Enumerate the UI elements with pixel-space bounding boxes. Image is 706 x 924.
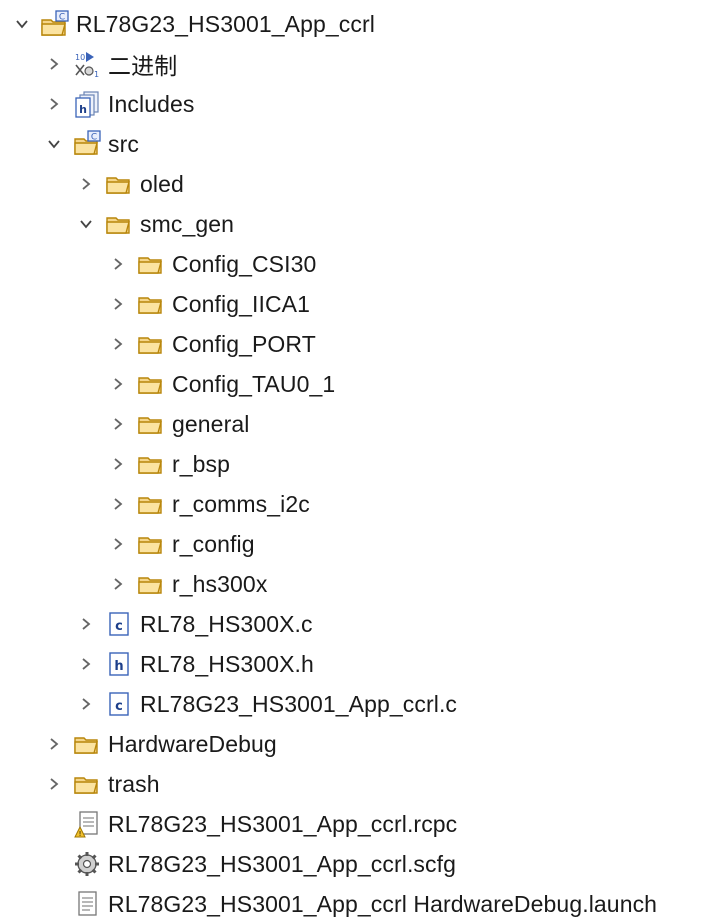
h-file-icon: h xyxy=(104,649,134,679)
tree-item-rl78-hs300x-c[interactable]: c RL78_HS300X.c xyxy=(76,604,313,644)
svg-text:1: 1 xyxy=(94,70,99,79)
folder-icon xyxy=(136,569,166,599)
svg-text:c: c xyxy=(115,619,123,634)
chevron-right-icon[interactable] xyxy=(108,564,128,604)
chevron-right-icon[interactable] xyxy=(44,84,64,124)
tree-item-label: RL78G23_HS3001_App_ccrl HardwareDebug.la… xyxy=(108,890,658,917)
tree-item-label: r_hs300x xyxy=(172,570,268,597)
tree-item-config-csi30[interactable]: Config_CSI30 xyxy=(108,244,316,284)
chevron-down-icon[interactable] xyxy=(44,124,64,164)
folder-icon xyxy=(104,169,134,199)
tree-item-label: r_bsp xyxy=(172,450,231,477)
folder-icon xyxy=(72,769,102,799)
tree-item-includes[interactable]: h Includes xyxy=(44,84,194,124)
tree-item-config-iica1[interactable]: Config_IICA1 xyxy=(108,284,310,324)
folder-icon xyxy=(136,289,166,319)
chevron-right-icon[interactable] xyxy=(108,404,128,444)
tree-item-rl78g23-hs3001-app-ccrl-c[interactable]: c RL78G23_HS3001_App_ccrl.c xyxy=(76,684,457,724)
folder-icon xyxy=(136,489,166,519)
svg-text:C: C xyxy=(91,133,97,143)
tree-item-label: RL78G23_HS3001_App_ccrl xyxy=(76,10,375,37)
tree-item-general[interactable]: general xyxy=(108,404,249,444)
tree-item-label: Includes xyxy=(108,90,195,117)
includes-icon: h xyxy=(72,89,102,119)
chevron-right-icon[interactable] xyxy=(108,284,128,324)
chevron-right-icon[interactable] xyxy=(108,364,128,404)
tree-item-r-bsp[interactable]: r_bsp xyxy=(108,444,230,484)
tree-item-oled[interactable]: oled xyxy=(76,164,184,204)
chevron-right-icon[interactable] xyxy=(108,324,128,364)
tree-item-project-rl78g23-hs3001-app-ccrl[interactable]: C RL78G23_HS3001_App_ccrl xyxy=(12,4,375,44)
svg-text:h: h xyxy=(114,659,123,674)
tree-item-label: RL78_HS300X.c xyxy=(140,610,313,637)
tree-item-label: RL78_HS300X.h xyxy=(140,650,314,677)
tree-item-label: r_comms_i2c xyxy=(172,490,310,517)
svg-text:!: ! xyxy=(79,830,82,838)
tree-item-label: smc_gen xyxy=(140,210,235,237)
launch-file-icon xyxy=(72,889,102,919)
tree-item-label: r_config xyxy=(172,530,255,557)
chevron-down-icon[interactable] xyxy=(12,4,32,44)
folder-icon xyxy=(72,729,102,759)
tree-item-r-config[interactable]: r_config xyxy=(108,524,255,564)
c-file-icon: c xyxy=(104,689,134,719)
binaries-icon: 10 1 xyxy=(72,49,102,79)
chevron-right-icon[interactable] xyxy=(44,724,64,764)
chevron-right-icon[interactable] xyxy=(76,644,96,684)
tree-item-rcpc-file[interactable]: ! RL78G23_HS3001_App_ccrl.rcpc xyxy=(44,804,457,844)
folder-icon xyxy=(136,249,166,279)
chevron-right-icon[interactable] xyxy=(108,244,128,284)
tree-item-config-port[interactable]: Config_PORT xyxy=(108,324,316,364)
tree-item-label: Config_TAU0_1 xyxy=(172,370,336,397)
svg-text:C: C xyxy=(59,13,65,23)
tree-item-hardware-debug[interactable]: HardwareDebug xyxy=(44,724,277,764)
rcpc-file-icon: ! xyxy=(72,809,102,839)
folder-icon xyxy=(136,449,166,479)
tree-item-rl78-hs300x-h[interactable]: h RL78_HS300X.h xyxy=(76,644,314,684)
chevron-right-icon[interactable] xyxy=(108,444,128,484)
source-folder-icon: C xyxy=(72,129,102,159)
tree-item-r-hs300x[interactable]: r_hs300x xyxy=(108,564,267,604)
folder-icon xyxy=(104,209,134,239)
tree-item-label: RL78G23_HS3001_App_ccrl.rcpc xyxy=(108,810,458,837)
tree-item-src[interactable]: Csrc xyxy=(44,124,139,164)
tree-item-label: RL78G23_HS3001_App_ccrl.scfg xyxy=(108,850,457,877)
svg-text:h: h xyxy=(79,103,87,116)
folder-icon xyxy=(136,409,166,439)
chevron-right-icon[interactable] xyxy=(108,484,128,524)
tree-item-scfg-file[interactable]: RL78G23_HS3001_App_ccrl.scfg xyxy=(44,844,456,884)
chevron-right-icon[interactable] xyxy=(108,524,128,564)
tree-item-config-tau0-1[interactable]: Config_TAU0_1 xyxy=(108,364,335,404)
chevron-right-icon[interactable] xyxy=(76,604,96,644)
tree-item-label: 二进制 xyxy=(108,53,178,79)
tree-item-label: src xyxy=(108,130,139,157)
tree-item-label: HardwareDebug xyxy=(108,730,277,757)
tree-item-label: oled xyxy=(140,170,184,197)
chevron-right-icon[interactable] xyxy=(44,764,64,804)
tree-item-label: RL78G23_HS3001_App_ccrl.c xyxy=(140,690,458,717)
tree-item-trash[interactable]: trash xyxy=(44,764,160,804)
svg-text:10: 10 xyxy=(75,53,85,62)
chevron-right-icon[interactable] xyxy=(76,164,96,204)
folder-icon xyxy=(136,329,166,359)
chevron-down-icon[interactable] xyxy=(76,204,96,244)
c-project-icon: C xyxy=(40,9,70,39)
folder-icon xyxy=(136,369,166,399)
c-file-icon: c xyxy=(104,609,134,639)
tree-item-label: Config_IICA1 xyxy=(172,290,310,317)
tree-item-smc-gen[interactable]: smc_gen xyxy=(76,204,234,244)
chevron-right-icon[interactable] xyxy=(76,684,96,724)
tree-item-label: Config_CSI30 xyxy=(172,250,317,277)
gear-file-icon xyxy=(72,849,102,879)
svg-text:c: c xyxy=(115,699,123,714)
tree-item-binaries[interactable]: 10 1 二进制 xyxy=(44,44,177,84)
project-explorer-tree: C RL78G23_HS3001_App_ccrl 10 1 二进制 h Includes C… xyxy=(0,0,706,920)
folder-icon xyxy=(136,529,166,559)
tree-item-label: trash xyxy=(108,770,160,797)
tree-item-r-comms-i2c[interactable]: r_comms_i2c xyxy=(108,484,310,524)
tree-item-label: Config_PORT xyxy=(172,330,316,357)
tree-item-label: general xyxy=(172,410,250,437)
tree-item-launch-file[interactable]: RL78G23_HS3001_App_ccrl HardwareDebug.la… xyxy=(44,884,657,924)
chevron-right-icon[interactable] xyxy=(44,44,64,84)
